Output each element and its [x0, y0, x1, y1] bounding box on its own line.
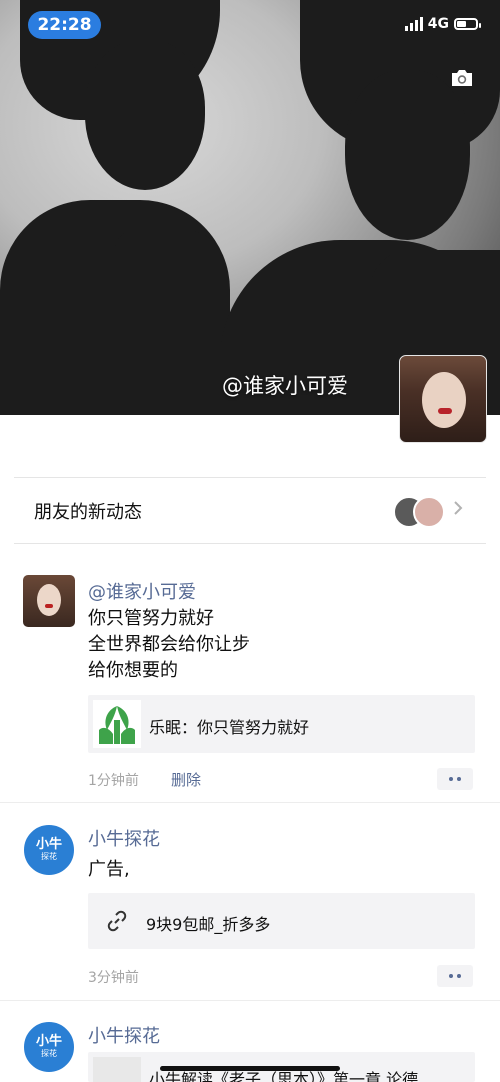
- camera-icon[interactable]: [450, 69, 474, 87]
- app-logo-icon: [93, 700, 141, 748]
- shared-link-card[interactable]: 9块9包邮_折多多: [88, 893, 475, 949]
- divider: [0, 1000, 500, 1001]
- cover-photo[interactable]: [0, 0, 500, 415]
- link-icon: [107, 910, 127, 932]
- post-avatar[interactable]: 小牛 探花: [23, 1021, 75, 1073]
- link-title: 乐眠：你只管努力就好: [149, 718, 310, 737]
- friends-updates-label: 朋友的新动态: [34, 502, 142, 523]
- post-avatar[interactable]: [23, 575, 75, 627]
- post-text: 广告,: [88, 859, 130, 880]
- cover-user-name: @谁家小可爱: [222, 374, 348, 398]
- post-text-line: 全世界都会给你让步: [88, 634, 250, 655]
- battery-icon: [454, 18, 481, 30]
- friends-updates-row[interactable]: 朋友的新动态: [0, 478, 500, 542]
- more-actions-button[interactable]: [437, 768, 473, 790]
- shared-link-card[interactable]: 乐眠：你只管努力就好: [88, 695, 475, 753]
- link-title: 9块9包邮_折多多: [146, 915, 271, 934]
- cover-figure: [85, 40, 205, 190]
- home-indicator[interactable]: [160, 1066, 340, 1071]
- post-author-name[interactable]: @谁家小可爱: [88, 578, 196, 604]
- link-thumbnail: [93, 1057, 141, 1082]
- post-author-name[interactable]: 小牛探花: [88, 825, 160, 851]
- post-time: 1分钟前: [88, 773, 139, 789]
- network-label: 4G: [427, 16, 449, 32]
- more-actions-button[interactable]: [437, 965, 473, 987]
- status-time: 22:28: [28, 11, 101, 39]
- friends-avatars: [393, 494, 445, 528]
- status-icons: 4G: [404, 16, 481, 32]
- post-text-line: 给你想要的: [88, 660, 178, 681]
- post-text-line: 你只管努力就好: [88, 608, 214, 629]
- post-author-name[interactable]: 小牛探花: [88, 1022, 160, 1048]
- my-avatar[interactable]: [399, 355, 487, 443]
- signal-icon: [404, 17, 423, 31]
- divider: [14, 543, 486, 544]
- delete-link[interactable]: 删除: [171, 769, 201, 790]
- post-avatar[interactable]: 小牛 探花: [23, 824, 75, 876]
- chevron-right-icon: [454, 501, 463, 515]
- divider: [0, 802, 500, 803]
- post-time: 3分钟前: [88, 970, 139, 986]
- cover-figure: [115, 230, 225, 415]
- cover-figure: [345, 70, 470, 240]
